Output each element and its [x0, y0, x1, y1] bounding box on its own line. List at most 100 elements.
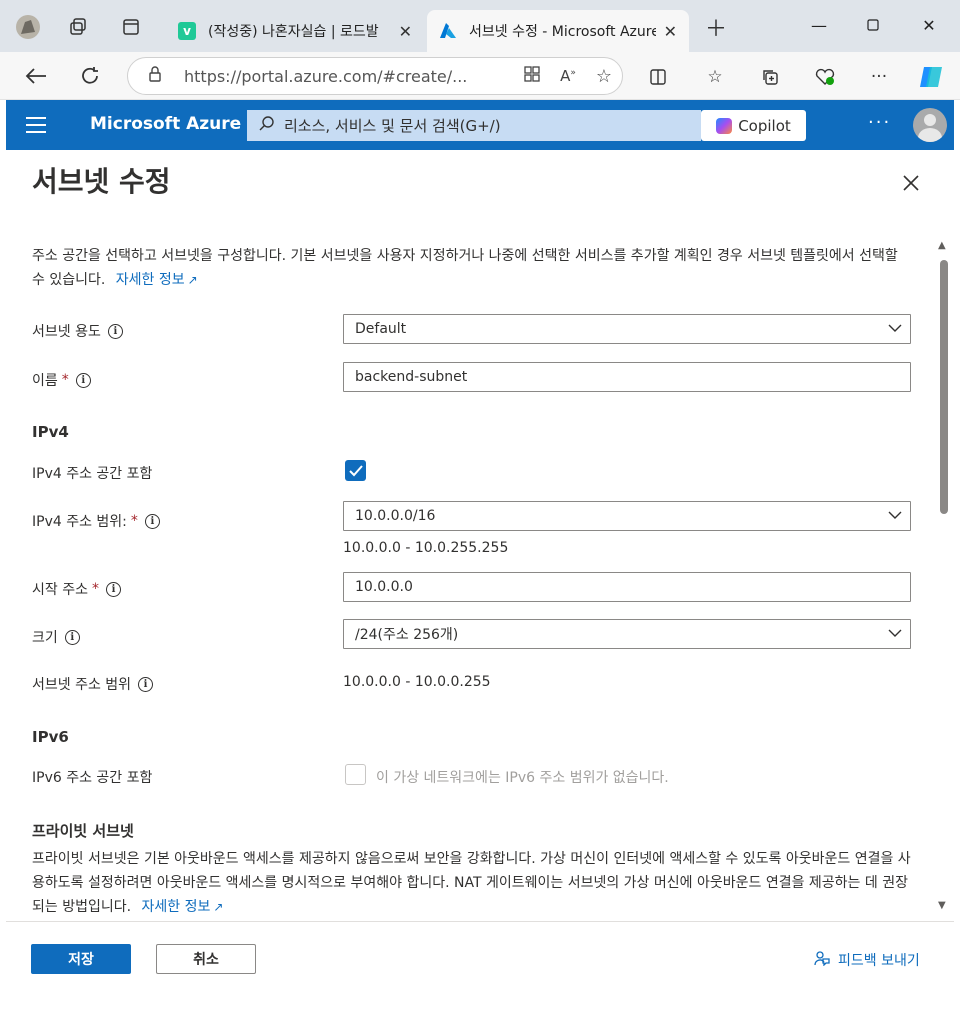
start-label-row: 시작 주소 * i — [32, 579, 121, 599]
private-subnet-description: 프라이빗 서브넷은 기본 아웃바운드 액세스를 제공하지 않음으로써 보안을 강… — [32, 847, 912, 919]
close-tab-icon[interactable]: ✕ — [399, 22, 412, 41]
azure-brand[interactable]: Microsoft Azure — [90, 114, 241, 134]
close-icon[interactable] — [896, 168, 926, 198]
ipv4-range-span: 10.0.0.0 - 10.0.255.255 — [343, 540, 509, 556]
scroll-down-arrow-icon[interactable]: ▼ — [938, 900, 946, 911]
tab-actions-icon[interactable] — [113, 12, 149, 42]
info-icon[interactable]: i — [138, 676, 154, 692]
start-address-value: 10.0.0.0 — [355, 579, 413, 595]
new-tab-icon[interactable]: ＋ — [698, 12, 734, 42]
address-bar-row: https://portal.azure.com/#create/... A» … — [0, 52, 960, 100]
external-link-icon: ↗ — [213, 900, 224, 914]
purpose-select[interactable]: Default — [343, 314, 911, 344]
read-aloud-icon[interactable]: A» — [550, 67, 586, 85]
lock-icon[interactable] — [148, 66, 170, 86]
browser-essentials-icon[interactable] — [810, 62, 840, 92]
save-button[interactable]: 저장 — [31, 944, 131, 974]
back-icon[interactable] — [20, 60, 52, 92]
copilot-button[interactable]: Copilot — [701, 110, 806, 141]
subnet-range-label-row: 서브넷 주소 범위 i — [32, 674, 154, 694]
velog-icon: v — [178, 22, 196, 40]
checkmark-icon — [348, 464, 363, 476]
collections-icon[interactable] — [755, 62, 785, 92]
subnet-range-value: 10.0.0.0 - 10.0.0.255 — [343, 674, 491, 690]
ipv4-include-checkbox[interactable] — [345, 460, 366, 481]
app-available-icon[interactable] — [514, 66, 550, 86]
favorite-star-icon[interactable]: ☆ — [586, 66, 622, 87]
search-icon — [259, 116, 274, 135]
avatar[interactable] — [913, 108, 947, 142]
workspaces-icon[interactable] — [60, 12, 96, 42]
ipv6-note: 이 가상 네트워크에는 IPv6 주소 범위가 없습니다. — [376, 770, 669, 786]
global-search-input[interactable]: 리소스, 서비스 및 문서 검색(G+/) — [247, 110, 701, 141]
minimize-icon[interactable]: — — [796, 10, 842, 40]
ipv6-heading: IPv6 — [32, 728, 69, 746]
subnet-range-label: 서브넷 주소 범위 — [32, 677, 132, 693]
page-title: 서브넷 수정 — [32, 165, 171, 198]
form-content: 주소 공간을 선택하고 서브넷을 구성합니다. 기본 서브넷을 사용자 지정하거… — [6, 230, 936, 920]
required-mark: * — [130, 513, 138, 529]
purpose-label: 서브넷 용도 — [32, 324, 101, 340]
name-label-row: 이름 * i — [32, 370, 91, 390]
feedback-label: 피드백 보내기 — [838, 953, 920, 969]
copilot-icon[interactable] — [916, 62, 946, 92]
ipv6-include-label: IPv6 주소 공간 포함 — [32, 770, 153, 786]
chevron-down-icon — [888, 629, 902, 637]
close-window-icon[interactable]: ✕ — [906, 10, 952, 40]
ipv4-range-label-row: IPv4 주소 범위: * i — [32, 511, 160, 531]
browser-tab-strip: v (작성중) 나혼자실습 | 로드발 ✕ 서브넷 수정 - Microsoft… — [0, 0, 960, 52]
name-label: 이름 — [32, 373, 58, 389]
feedback-icon — [814, 950, 830, 970]
favorites-icon[interactable]: ☆ — [700, 62, 730, 92]
chevron-down-icon — [888, 511, 902, 519]
name-value: backend-subnet — [355, 369, 468, 385]
purpose-value: Default — [355, 321, 407, 337]
ipv4-include-label: IPv4 주소 공간 포함 — [32, 466, 153, 482]
ipv4-range-select[interactable]: 10.0.0.0/16 — [343, 501, 911, 531]
info-icon[interactable]: i — [107, 323, 123, 339]
scrollbar-thumb[interactable] — [940, 260, 948, 514]
size-label: 크기 — [32, 630, 58, 646]
portal-menu-icon[interactable] — [22, 114, 50, 136]
edit-subnet-blade: 서브넷 수정 주소 공간을 선택하고 서브넷을 구성합니다. 기본 서브넷을 사… — [6, 150, 954, 1014]
azure-top-bar: Microsoft Azure 리소스, 서비스 및 문서 검색(G+/) Co… — [6, 100, 954, 150]
ipv4-range-value: 10.0.0.0/16 — [355, 508, 436, 524]
required-mark: * — [61, 372, 69, 388]
close-tab-icon[interactable]: ✕ — [664, 22, 677, 41]
info-icon[interactable]: i — [144, 513, 160, 529]
maximize-icon[interactable] — [850, 10, 896, 40]
tab-active[interactable]: 서브넷 수정 - Microsoft Azure ✕ — [427, 10, 689, 52]
chevron-down-icon — [888, 324, 902, 332]
feedback-link[interactable]: 피드백 보내기 — [814, 950, 920, 970]
info-icon[interactable]: i — [64, 629, 80, 645]
info-icon[interactable]: i — [105, 581, 121, 597]
size-select[interactable]: /24(주소 256개) — [343, 619, 911, 649]
name-input[interactable]: backend-subnet — [343, 362, 911, 392]
size-value: /24(주소 256개) — [355, 627, 459, 643]
purpose-label-row: 서브넷 용도 i — [32, 321, 123, 341]
blade-description: 주소 공간을 선택하고 서브넷을 구성합니다. 기본 서브넷을 사용자 지정하거… — [32, 244, 912, 292]
private-subnet-heading: 프라이빗 서브넷 — [32, 822, 134, 840]
tab-title: 서브넷 수정 - Microsoft Azure — [469, 24, 656, 40]
tab-inactive[interactable]: v (작성중) 나혼자실습 | 로드발 ✕ — [166, 10, 424, 52]
ipv6-include-label-row: IPv6 주소 공간 포함 — [32, 767, 152, 787]
learn-more-link[interactable]: 자세한 정보 — [142, 899, 211, 915]
start-address-input[interactable]: 10.0.0.0 — [343, 572, 911, 602]
azure-icon — [439, 22, 457, 40]
split-screen-icon[interactable] — [643, 62, 673, 92]
more-icon[interactable]: ··· — [864, 62, 894, 92]
start-label: 시작 주소 — [32, 582, 88, 598]
ipv4-include-label-row: IPv4 주소 공간 포함 — [32, 463, 152, 483]
profile-icon[interactable] — [10, 12, 46, 42]
scroll-up-arrow-icon[interactable]: ▲ — [938, 240, 946, 251]
blade-footer: 저장 취소 피드백 보내기 — [6, 921, 954, 1014]
cancel-button[interactable]: 취소 — [156, 944, 256, 974]
url-text: https://portal.azure.com/#create/... — [184, 66, 468, 86]
copilot-logo-icon — [716, 117, 733, 134]
info-icon[interactable]: i — [75, 372, 91, 388]
learn-more-link[interactable]: 자세한 정보 — [116, 272, 185, 288]
refresh-icon[interactable] — [74, 60, 106, 92]
address-input[interactable]: https://portal.azure.com/#create/... A» … — [127, 57, 623, 95]
copilot-label: Copilot — [738, 116, 791, 135]
settings-more-icon[interactable]: ··· — [868, 112, 891, 133]
